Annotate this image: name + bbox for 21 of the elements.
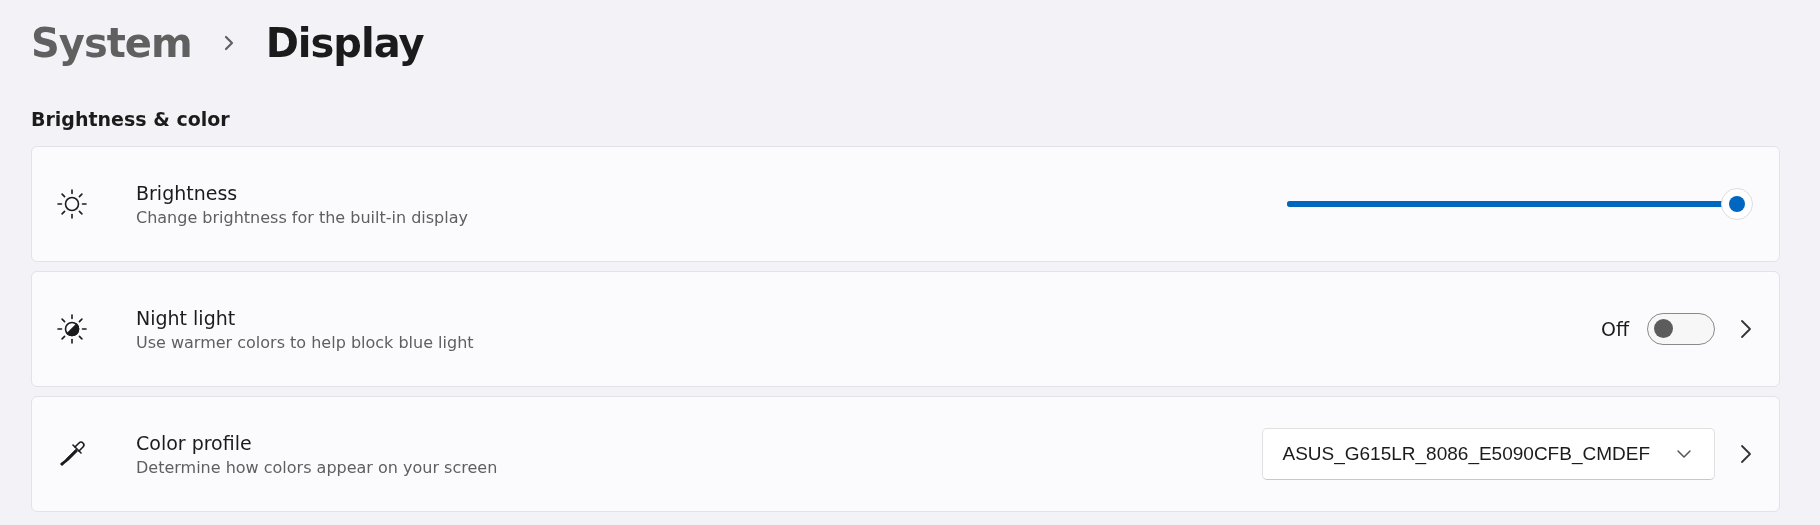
caret-icon: [1676, 449, 1692, 459]
setting-title: Night light: [136, 306, 237, 329]
chevron-right-icon: [1739, 443, 1753, 465]
setting-description: Determine how colors appear on your screen: [136, 457, 499, 477]
toggle-state-label: Off: [1600, 318, 1629, 340]
breadcrumb-link[interactable]: System: [31, 20, 192, 66]
dropdown[interactable]: ASUS_G615LR_8086_E5090CFB_CMDEF: [1262, 428, 1715, 480]
setting-card[interactable]: Brightness Change brightness for the built-in display: [31, 146, 1780, 262]
section-heading: Brightness & color: [31, 108, 231, 130]
setting-title: Brightness: [136, 181, 239, 204]
setting-card[interactable]: Color profile Determine how colors appear on your screen ASUS_G615LR_8086_E5090CFB_CMDEF: [31, 396, 1780, 512]
setting-card[interactable]: Night light Use warmer colors to help block blue light Off: [31, 271, 1780, 387]
setting-description: Use warmer colors to help block blue light: [136, 332, 475, 352]
half-filled-sun-icon: [56, 313, 88, 345]
sun-icon: [56, 188, 88, 220]
setting-description: Change brightness for the built-in display: [136, 207, 469, 227]
chevron-right-icon: [1739, 318, 1753, 340]
slider-thumb[interactable]: [1721, 188, 1753, 220]
page-title: Display: [265, 20, 424, 66]
setting-title: Color profile: [136, 431, 253, 454]
toggle-switch[interactable]: [1647, 313, 1715, 345]
